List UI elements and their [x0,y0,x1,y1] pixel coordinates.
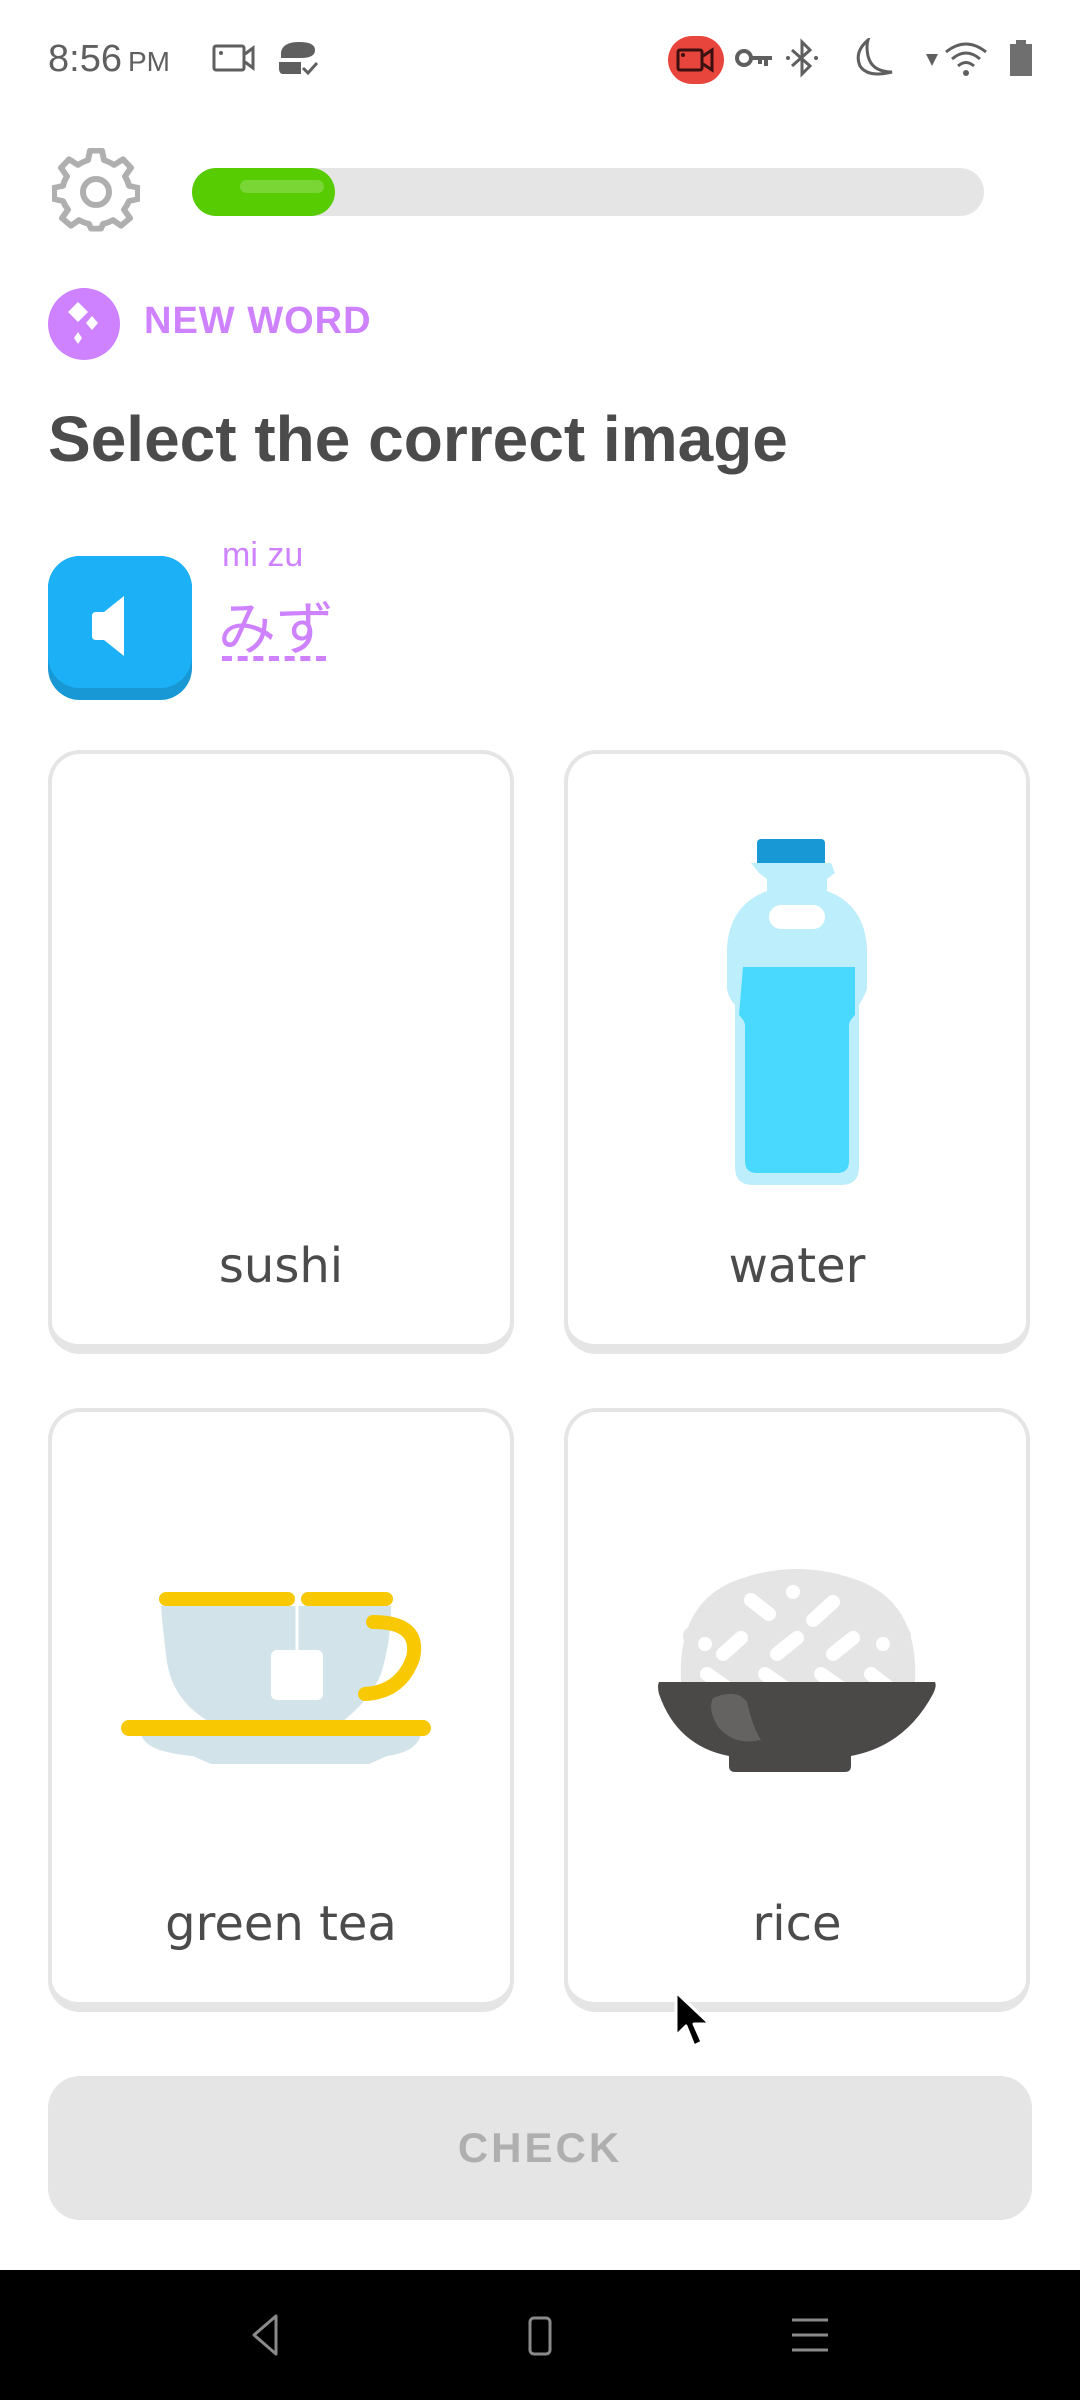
status-time: 8:56 PM [48,38,170,81]
recording-indicator-icon [668,36,724,84]
signal-icon [926,54,938,66]
battery-icon [1010,40,1032,76]
system-nav-bar [0,2270,1080,2400]
option-label: green tea [165,1896,397,1952]
gear-icon [51,147,141,232]
do-not-disturb-icon [856,38,893,76]
play-audio-button[interactable] [48,556,192,700]
settings-button[interactable] [51,147,141,236]
wifi-icon [945,42,987,76]
speaker-icon [92,596,124,656]
option-label: sushi [218,1238,344,1294]
mouse-cursor-icon [674,1990,712,2048]
option-label: water [728,1238,866,1294]
sync-icon [279,42,319,76]
prompt-romaji: mi zu [222,536,304,574]
screen-record-icon [212,44,255,72]
back-icon[interactable] [238,2310,298,2360]
check-button-label: CHECK [457,2124,623,2171]
option-card-rice[interactable]: rice [564,1408,1030,2012]
water-bottle-icon [727,839,867,1185]
teacup-icon [121,1592,431,1764]
option-card-sushi[interactable]: sushi [48,750,514,1354]
progress-fill [192,168,335,216]
rice-bowl-icon [658,1569,936,1772]
progress-shine [240,180,324,193]
home-icon[interactable] [510,2310,570,2360]
new-word-badge-icon [48,288,120,360]
option-card-water[interactable]: water [564,750,1030,1354]
status-time-ampm: PM [127,46,170,77]
option-label: rice [752,1896,842,1952]
vpn-key-icon [735,49,772,67]
status-bar: 8:56 PM [0,0,1080,120]
sushi-image-placeholder [52,814,510,1214]
status-time-value: 8:56 [48,38,122,80]
challenge-title: Select the correct image [48,403,788,475]
new-word-label: NEW WORD [144,300,372,342]
prompt-hint-underline [222,656,326,661]
option-card-green-tea[interactable]: green tea [48,1408,514,2012]
check-button[interactable]: CHECK [48,2076,1032,2220]
prompt-kana[interactable]: みず [218,582,334,666]
recent-apps-icon[interactable] [780,2310,840,2360]
bluetooth-icon [786,38,818,78]
lesson-progress-bar [192,168,984,216]
